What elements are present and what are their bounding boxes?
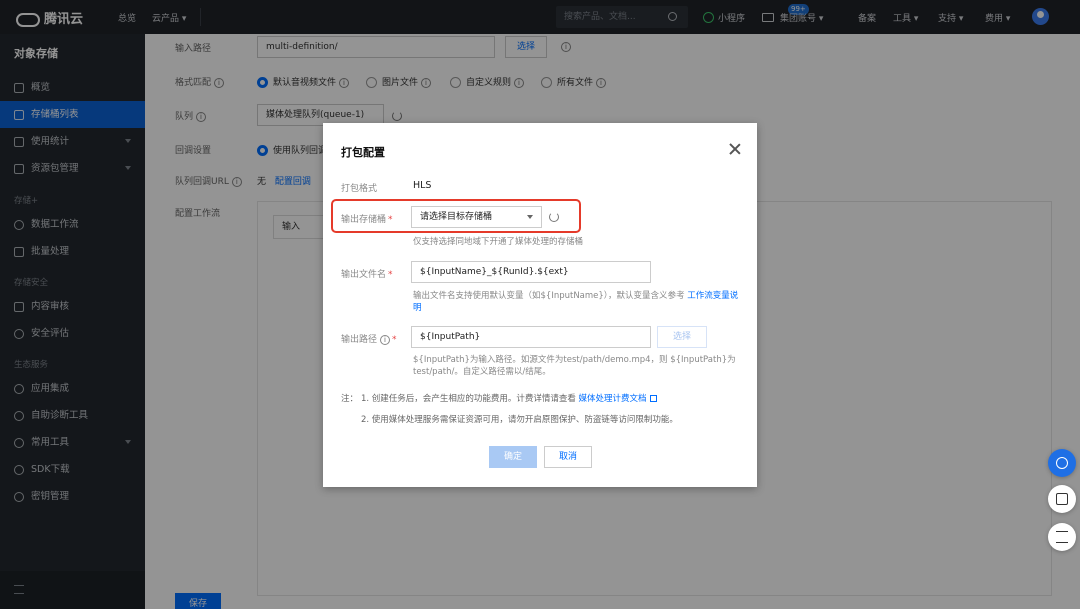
- note-2: 2. 使用媒体处理服务需保证资源可用，请勿开启原图保护、防盗链等访问限制功能。: [361, 415, 678, 425]
- package-format-label: 打包格式: [341, 184, 378, 194]
- output-filename-label-text: 输出文件名: [341, 270, 387, 280]
- customer-service-button[interactable]: [1048, 449, 1076, 477]
- dialog-title: 打包配置: [341, 146, 385, 159]
- output-bucket-placeholder: 请选择目标存储桶: [420, 212, 493, 222]
- output-bucket-label: 输出存储桶 *: [341, 212, 393, 225]
- output-filename-hint: 输出文件名支持使用默认变量（如${InputName}），默认变量含义参考 工作…: [413, 290, 743, 314]
- list-icon: [1056, 531, 1068, 543]
- output-path-label: 输出路径 i *: [341, 332, 397, 345]
- output-path-label-text: 输出路径: [341, 335, 378, 345]
- output-path-select-button[interactable]: 选择: [657, 326, 707, 348]
- headset-icon: [1056, 457, 1068, 469]
- note-prefix: 注：: [341, 394, 359, 404]
- package-format-value: HLS: [413, 180, 432, 191]
- output-path-input[interactable]: ${InputPath}: [411, 326, 651, 348]
- output-filename-label: 输出文件名 *: [341, 267, 393, 280]
- required-mark: *: [388, 270, 393, 280]
- output-filename-input[interactable]: ${InputName}_${RunId}.${ext}: [411, 261, 651, 283]
- output-bucket-hint: 仅支持选择同地域下开通了媒体处理的存储桶: [413, 237, 584, 247]
- refresh-icon[interactable]: [549, 212, 559, 222]
- chevron-down-icon: [527, 215, 533, 219]
- package-config-dialog: 打包配置 打包格式 HLS 输出存储桶 * 请选择目标存储桶 仅支持选择同地域下开…: [323, 123, 757, 487]
- required-mark: *: [388, 215, 393, 225]
- menu-button[interactable]: [1048, 523, 1076, 551]
- cancel-button[interactable]: 取消: [544, 446, 592, 468]
- output-bucket-select[interactable]: 请选择目标存储桶: [411, 206, 542, 228]
- required-mark: *: [392, 335, 397, 345]
- external-link-icon[interactable]: [649, 395, 657, 402]
- note-1-text: 1. 创建任务后，会产生相应的功能费用。计费详情请查看: [361, 394, 576, 404]
- billing-doc-link[interactable]: 媒体处理计费文档: [579, 394, 647, 404]
- info-icon[interactable]: i: [380, 334, 391, 345]
- book-icon: [1056, 493, 1068, 505]
- docs-button[interactable]: [1048, 485, 1076, 513]
- note-1: 1. 创建任务后，会产生相应的功能费用。计费详情请查看 媒体处理计费文档: [361, 392, 657, 404]
- confirm-button[interactable]: 确定: [489, 446, 537, 468]
- output-path-hint: ${InputPath}为输入路径。如源文件为test/path/demo.mp…: [413, 355, 736, 377]
- output-bucket-label-text: 输出存储桶: [341, 215, 387, 225]
- close-icon[interactable]: [729, 143, 741, 155]
- output-filename-hint-text: 输出文件名支持使用默认变量（如${InputName}），默认变量含义参考: [413, 291, 685, 301]
